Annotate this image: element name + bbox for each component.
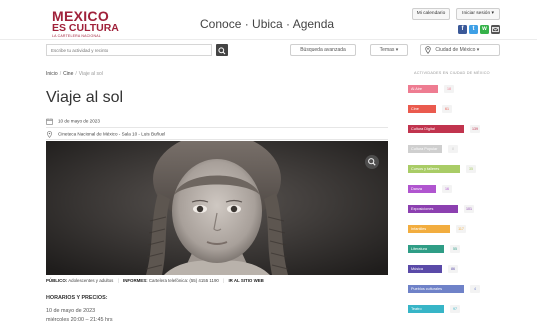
search-icon [218,47,226,55]
category-count-badge: 101 [464,205,474,213]
public-label: PÚBLICO: [46,278,68,283]
category-count-badge: 18 [444,85,454,93]
divider [46,127,388,128]
category-count-badge: 117 [456,225,466,233]
sidebar-category-item[interactable]: Infantiles [408,225,450,233]
event-date: 10 de mayo de 2023 [46,118,100,125]
sidebar-category-item[interactable]: Cultura Popular [408,145,442,153]
calendar-button[interactable]: Mi calendario [412,8,450,20]
category-count-badge: 35 [466,165,476,173]
logo-main-text: MEXICO [52,8,110,24]
sidebar-category-item[interactable]: Cultura Digital [408,125,464,133]
event-venue-text[interactable]: Cineteca Nacional de México - Sala 10 - … [58,132,165,137]
location-pin-icon [47,131,52,138]
breadcrumb-separator: / [75,71,77,77]
info-value: Cartelera telefónica: (55) 4155 1190 [148,278,219,283]
info-label: INFORMES: [122,278,148,283]
category-count-badge: 55 [450,245,460,253]
city-label: Ciudad de México ▾ [435,47,480,53]
sidebar-category-item[interactable]: Al Aire [408,85,438,93]
logo-sub-text: ES CULTURA [52,22,119,34]
search-button[interactable] [216,44,228,56]
sidebar-category-item[interactable]: Danza [408,185,436,193]
zoom-button[interactable] [365,155,379,169]
event-info-bar: PÚBLICO: Adolescentes y adultos | INFORM… [46,278,388,283]
separator: | [117,278,119,283]
sidebar-category-item[interactable]: Pueblos culturales [408,285,464,293]
themes-dropdown[interactable]: Temas ▾ [370,44,408,56]
sidebar-category-item[interactable]: Cursos y talleres [408,165,460,173]
category-count-badge: 97 [450,305,460,313]
hours-date: 10 de mayo de 2023 [46,308,96,314]
sidebar-category-item[interactable]: Exposiciones [408,205,458,213]
divider [46,139,388,140]
hours-time: miércoles 20:00 – 21:45 hrs [46,317,113,323]
website-link[interactable]: IR AL SITIO WEB [228,278,263,283]
facebook-icon[interactable]: f [458,25,467,34]
public-value: Adolescentes y adultos [68,278,114,283]
page-title: Viaje al sol [46,89,124,106]
logo-tagline: LA CARTELERA NACIONAL [52,33,101,38]
whatsapp-icon[interactable]: w [480,25,489,34]
location-pin-icon [425,45,431,54]
category-count-badge: 16 [442,185,452,193]
breadcrumb-current: Viaje al sol [78,71,103,77]
breadcrumb: Inicio / Cine / Viaje al sol [46,71,103,77]
category-count-badge: 61 [442,105,452,113]
sidebar-category-item[interactable]: Cine [408,105,436,113]
girl-portrait-image [46,141,388,275]
mail-icon[interactable] [491,25,500,34]
search-input[interactable] [46,44,212,56]
category-count-badge: 4 [470,285,480,293]
header-tagline: Conoce · Ubica · Agenda [200,17,335,31]
site-logo[interactable]: MEXICO ES CULTURA LA CARTELERA NACIONAL [52,9,119,38]
hours-title: HORARIOS Y PRECIOS: [46,295,108,301]
advanced-search-button[interactable]: Búsqueda avanzada [290,44,356,56]
event-date-text: 10 de mayo de 2023 [58,118,100,124]
calendar-icon [46,118,53,125]
city-selector[interactable]: Ciudad de México ▾ [420,44,500,56]
sidebar-category-item[interactable]: Teatro [408,305,444,313]
sidebar-title: ACTIVIDADES EN CIUDAD DE MÉXICO [414,71,490,75]
sidebar-category-item[interactable]: Música [408,265,442,273]
breadcrumb-category[interactable]: Cine [63,71,73,77]
site-header: MEXICO ES CULTURA LA CARTELERA NACIONAL … [0,0,537,40]
magnifier-icon [368,158,376,166]
page: MEXICO ES CULTURA LA CARTELERA NACIONAL … [0,0,537,324]
separator: | [223,278,225,283]
breadcrumb-separator: / [59,71,62,77]
search-bar: Búsqueda avanzada Temas ▾ Ciudad de Méxi… [0,41,537,60]
login-button[interactable]: Iniciar sesión ▾ [456,8,500,20]
breadcrumb-home[interactable]: Inicio [46,71,58,77]
category-count-badge: 86 [448,265,458,273]
sidebar-category-item[interactable]: Literatura [408,245,444,253]
event-photo[interactable] [46,141,388,275]
twitter-icon[interactable]: t [469,25,478,34]
event-venue: Cineteca Nacional de México - Sala 10 - … [46,131,165,138]
category-count-badge: 139 [470,125,480,133]
category-count-badge: 8 [448,145,458,153]
